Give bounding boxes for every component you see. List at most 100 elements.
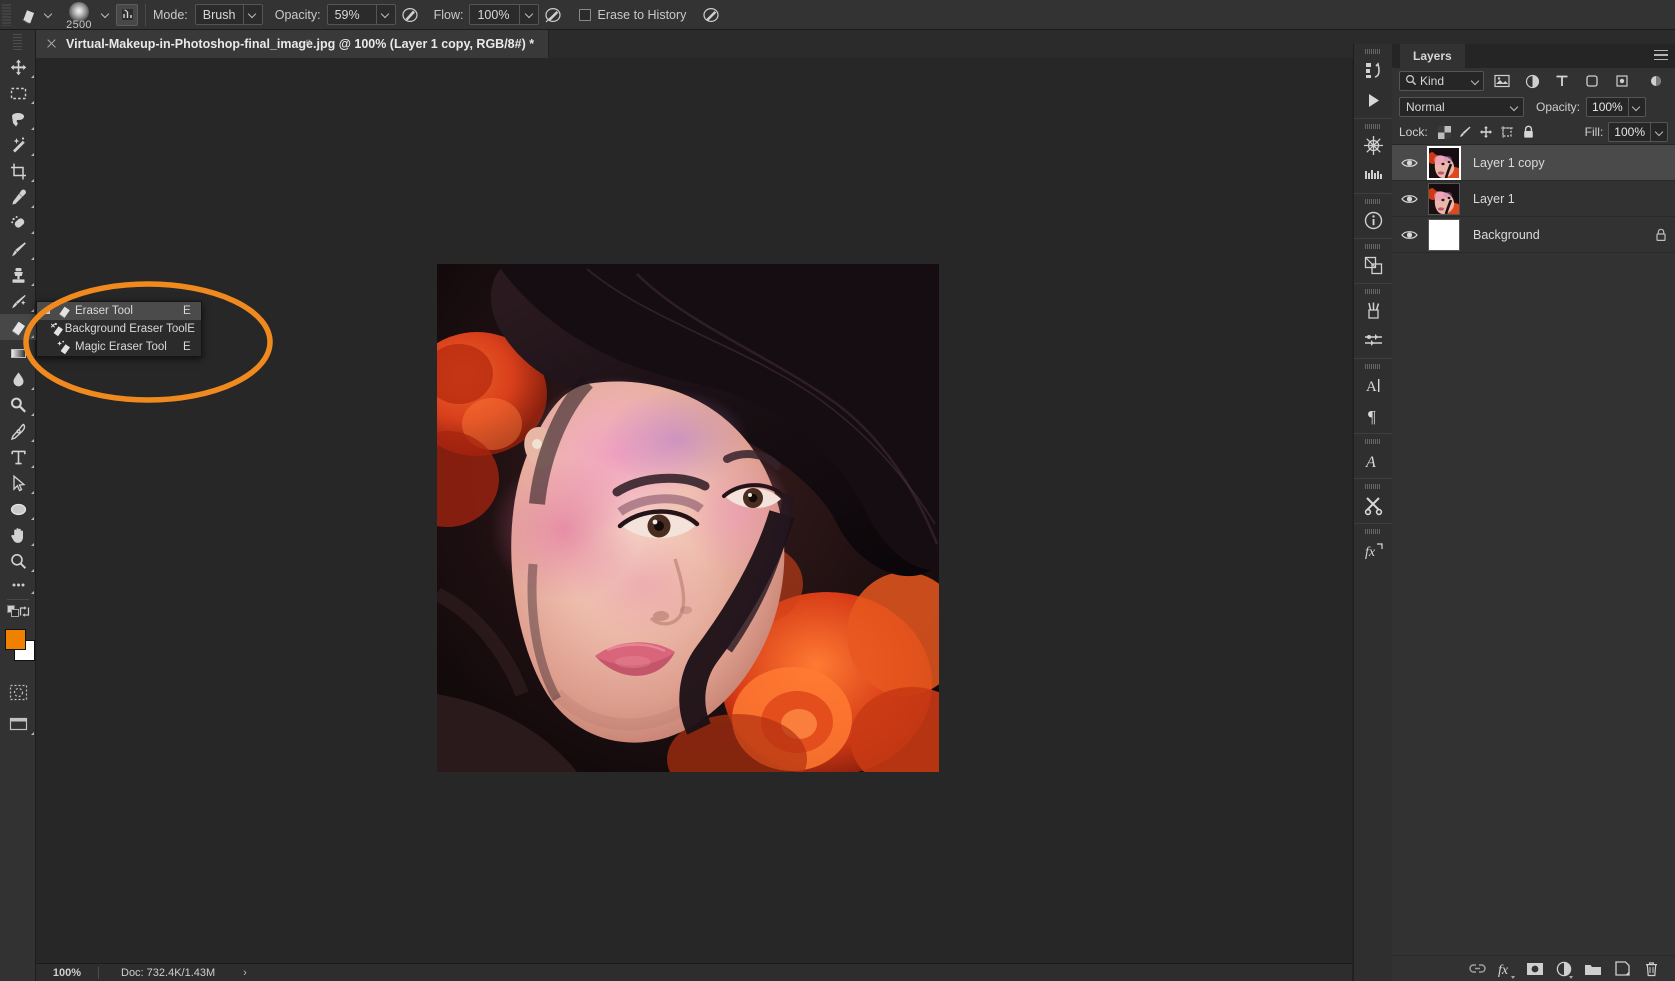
lock-position-icon[interactable] xyxy=(1476,122,1497,142)
new-layer-icon[interactable] xyxy=(1612,959,1632,979)
type-tool[interactable] xyxy=(0,444,36,470)
lock-transparency-icon[interactable] xyxy=(1434,122,1455,142)
quick-mask-icon[interactable] xyxy=(0,679,36,705)
ellipse-tool[interactable] xyxy=(0,496,36,522)
layer-thumbnail-wrap[interactable] xyxy=(1424,218,1464,251)
add-layer-mask-icon[interactable] xyxy=(1525,959,1545,979)
rectangular-marquee-tool[interactable] xyxy=(0,80,36,106)
lasso-tool[interactable] xyxy=(0,106,36,132)
swap-colors-icon[interactable] xyxy=(18,605,31,623)
erase-to-history-checkbox[interactable] xyxy=(579,8,592,21)
brush-presets-icon[interactable] xyxy=(1354,295,1393,325)
eraser-tool[interactable] xyxy=(0,314,36,340)
zoom-level[interactable]: 100% xyxy=(36,967,98,979)
document-tab[interactable]: Virtual-Makeup-in-Photoshop-final_image.… xyxy=(36,30,550,58)
rail-grip[interactable] xyxy=(1365,244,1381,249)
screen-mode-icon[interactable] xyxy=(0,711,36,737)
filter-kind-select[interactable]: Kind xyxy=(1399,71,1484,91)
edit-toolbar-tool[interactable] xyxy=(0,574,36,596)
eye-icon[interactable] xyxy=(1394,193,1424,205)
zoom-tool[interactable] xyxy=(0,548,36,574)
layer-fill-input[interactable]: 100% xyxy=(1608,122,1668,142)
close-icon[interactable] xyxy=(46,38,57,49)
new-group-icon[interactable] xyxy=(1583,959,1603,979)
path-selection-tool[interactable] xyxy=(0,470,36,496)
brush-settings-icon[interactable] xyxy=(116,3,138,26)
layer-thumbnail[interactable] xyxy=(1428,218,1460,251)
tab-layers[interactable]: Layers xyxy=(1400,44,1465,68)
smoothing-icon[interactable] xyxy=(696,6,726,24)
shape-layer-filter-icon[interactable] xyxy=(1580,71,1604,91)
rail-grip[interactable] xyxy=(1365,364,1381,369)
mode-select[interactable]: Brush xyxy=(194,4,263,25)
layer-opacity-input[interactable]: 100% xyxy=(1586,97,1646,117)
link-layers-icon[interactable] xyxy=(1467,959,1487,979)
flyout-item-magic-eraser-tool[interactable]: Magic Eraser Tool E xyxy=(37,338,201,356)
adjustment-layer-filter-icon[interactable] xyxy=(1520,71,1544,91)
libraries-icon[interactable] xyxy=(1354,55,1393,85)
brush-tool[interactable] xyxy=(0,236,36,262)
history-brush-tool[interactable] xyxy=(0,288,36,314)
filter-toggle-icon[interactable] xyxy=(1644,71,1668,91)
layer-thumbnail-wrap[interactable] xyxy=(1424,145,1464,180)
document-image[interactable] xyxy=(437,264,939,772)
brush-preview[interactable]: 2500 xyxy=(61,1,97,31)
spot-healing-brush-tool[interactable] xyxy=(0,210,36,236)
opacity-input[interactable]: 59% xyxy=(326,4,396,25)
pixel-layer-filter-icon[interactable] xyxy=(1490,71,1514,91)
paragraph-icon[interactable]: ¶ xyxy=(1354,400,1393,430)
flyout-item-eraser-tool[interactable]: Eraser Tool E xyxy=(37,302,201,320)
eye-icon[interactable] xyxy=(1394,229,1424,241)
tool-preset-chevron-icon[interactable] xyxy=(44,10,53,19)
table-row[interactable]: Layer 1 copy xyxy=(1392,145,1675,181)
table-row[interactable]: Background xyxy=(1392,217,1675,253)
layer-thumbnail[interactable] xyxy=(1427,145,1461,180)
crop-tool[interactable] xyxy=(0,158,36,184)
blend-mode-select[interactable]: Normal xyxy=(1399,97,1524,117)
table-row[interactable]: Layer 1 xyxy=(1392,181,1675,217)
panel-menu-icon[interactable] xyxy=(1654,50,1668,63)
quick-selection-tool[interactable] xyxy=(0,132,36,158)
hand-tool[interactable] xyxy=(0,522,36,548)
new-adjustment-layer-icon[interactable] xyxy=(1554,959,1574,979)
color-wheel-icon[interactable] xyxy=(1354,130,1393,160)
airbrush-icon[interactable] xyxy=(539,6,567,24)
type-layer-filter-icon[interactable] xyxy=(1550,71,1574,91)
layer-thumbnail-wrap[interactable] xyxy=(1424,182,1464,215)
rail-grip[interactable] xyxy=(1365,289,1381,294)
rail-grip[interactable] xyxy=(1365,439,1381,444)
rail-grip[interactable] xyxy=(1365,49,1381,54)
tools-panel-grip[interactable] xyxy=(13,34,22,52)
eraser-icon[interactable] xyxy=(14,5,44,25)
lock-all-icon[interactable] xyxy=(1518,122,1539,142)
brush-settings-sliders-icon[interactable] xyxy=(1354,325,1393,355)
foreground-color-swatch[interactable] xyxy=(5,629,26,650)
lock-image-icon[interactable] xyxy=(1455,122,1476,142)
character-icon[interactable]: A xyxy=(1354,370,1393,400)
canvas-area[interactable] xyxy=(36,58,1352,963)
lock-artboard-icon[interactable] xyxy=(1497,122,1518,142)
collapse-panels-icon[interactable]: « xyxy=(305,36,311,48)
layer-thumbnail[interactable] xyxy=(1428,182,1460,215)
delete-layer-icon[interactable] xyxy=(1641,959,1661,979)
gradient-tool[interactable] xyxy=(0,340,36,366)
rail-grip[interactable] xyxy=(1365,124,1381,129)
info-icon[interactable] xyxy=(1354,205,1393,235)
layers-comps-icon[interactable] xyxy=(1354,250,1393,280)
dodge-tool[interactable] xyxy=(0,392,36,418)
eye-icon[interactable] xyxy=(1394,157,1424,169)
adjustments-play-icon[interactable] xyxy=(1354,85,1393,115)
move-tool[interactable] xyxy=(0,54,36,80)
brush-picker-chevron-icon[interactable] xyxy=(101,10,110,19)
options-bar-grip[interactable] xyxy=(2,3,11,26)
blur-tool[interactable] xyxy=(0,366,36,392)
rail-grip[interactable] xyxy=(1365,529,1381,534)
smart-object-filter-icon[interactable] xyxy=(1610,71,1634,91)
add-layer-style-icon[interactable]: fx xyxy=(1496,959,1516,979)
flyout-item-background-eraser-tool[interactable]: Background Eraser Tool E xyxy=(37,320,201,338)
pressure-opacity-icon[interactable] xyxy=(396,6,424,24)
actions-scissors-icon[interactable] xyxy=(1354,490,1393,520)
glyphs-icon[interactable]: A xyxy=(1354,445,1393,475)
flow-input[interactable]: 100% xyxy=(469,4,540,25)
eraser-tool-flyout-menu[interactable]: Eraser Tool E Background Eraser Tool E M… xyxy=(36,301,202,357)
